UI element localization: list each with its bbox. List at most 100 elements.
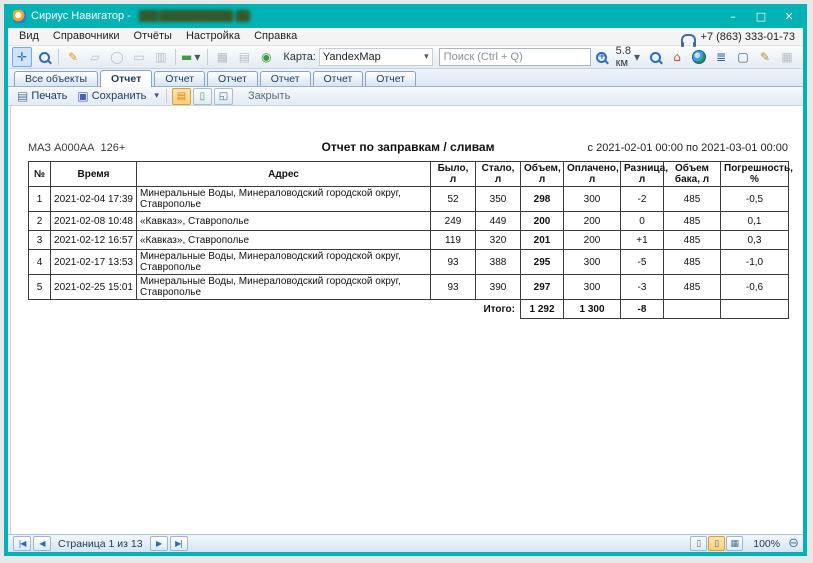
view-outline-button[interactable]: ▯: [193, 88, 212, 105]
sb-view-single-button-glyph: ▯: [696, 539, 701, 549]
table-cell: 350: [476, 187, 521, 212]
totals-label: Итого:: [29, 300, 521, 319]
zoom-search-icon[interactable]: [645, 47, 665, 67]
report-toolbar: ▤ Печать ▣ Сохранить ▾ ▤▯◱ Закрыть: [8, 87, 803, 106]
table-cell: Минеральные Воды, Минераловодский городс…: [137, 275, 431, 300]
pan-tool-icon[interactable]: ✛: [12, 47, 32, 67]
page-indicator: Страница 1 из 13: [58, 538, 143, 550]
menu-item[interactable]: Справка: [247, 28, 304, 45]
table-icon-glyph: ▤: [239, 51, 250, 63]
view-single-button[interactable]: ▤: [172, 88, 191, 105]
zoom-level: 100%: [753, 538, 780, 550]
tab[interactable]: Все объекты: [14, 71, 98, 86]
minimize-button[interactable]: –: [719, 6, 747, 26]
print-button[interactable]: ▤ Печать: [12, 88, 72, 104]
table-cell: 119: [431, 231, 476, 250]
pan-tool-icon-glyph: ✛: [17, 51, 27, 63]
menu-bar-items: ВидСправочникиОтчётыНастройкаСправка: [12, 28, 304, 45]
route-icon: ▦: [212, 47, 232, 67]
next-page-button[interactable]: ▶: [150, 536, 168, 551]
notes-icon-glyph: ✎: [760, 51, 770, 63]
print-label: Печать: [31, 90, 67, 102]
selection-icon[interactable]: ▢: [733, 47, 753, 67]
tab[interactable]: Отчет: [260, 71, 311, 86]
prev-page-button[interactable]: ◀: [33, 536, 51, 551]
column-icon-glyph: ▥: [155, 51, 166, 63]
report-page: МАЗ А000АА 126+ Отчет по заправкам / сли…: [8, 106, 803, 534]
table-cell: 0: [621, 212, 664, 231]
sb-view-multi-button[interactable]: ▦: [726, 536, 743, 551]
close-button[interactable]: ✕: [775, 6, 803, 26]
table-cell: 93: [431, 275, 476, 300]
column-header: Погрешность, %: [721, 162, 789, 187]
maximize-button[interactable]: □: [747, 6, 775, 26]
close-report-button[interactable]: Закрыть: [248, 90, 290, 102]
save-dropdown-button[interactable]: ▾: [151, 91, 162, 101]
edit-map-icon[interactable]: ✎: [63, 47, 83, 67]
tab[interactable]: Отчет: [365, 71, 416, 86]
table-row: 22021-02-08 10:48«Кавказ», Ставрополье24…: [29, 212, 789, 231]
app-icon: [13, 10, 26, 23]
table-cell: 0,3: [721, 231, 789, 250]
toolbar-separator: [166, 89, 167, 103]
edit-map-icon-glyph: ✎: [68, 51, 78, 63]
window-controls: – □ ✕: [719, 6, 803, 26]
table-row: 42021-02-17 13:53Минеральные Воды, Минер…: [29, 250, 789, 275]
notes-icon[interactable]: ✎: [755, 47, 775, 67]
menu-item[interactable]: Справочники: [46, 28, 127, 45]
zoom-out-button[interactable]: ⊖: [788, 537, 799, 550]
report-title: Отчет по заправкам / сливам: [322, 140, 495, 154]
view-toggle-group: ▤▯ ◱: [171, 88, 234, 105]
menu-item[interactable]: Настройка: [179, 28, 247, 45]
report: МАЗ А000АА 126+ Отчет по заправкам / сли…: [28, 140, 788, 319]
table-cell: 298: [521, 187, 564, 212]
printer-icon: ▤: [17, 89, 28, 103]
table-cell: +1: [621, 231, 664, 250]
floppy-icon: ▣: [77, 89, 88, 103]
menu-item[interactable]: Вид: [12, 28, 46, 45]
legend-icon[interactable]: ≣: [711, 47, 731, 67]
desktop: { "window": { "title": "Сириус Навигатор…: [0, 0, 813, 563]
totals-cell: -8: [621, 300, 664, 319]
table-icon: ▤: [234, 47, 254, 67]
home-icon[interactable]: ⌂: [667, 47, 687, 67]
vehicle-icon[interactable]: ▬▾: [180, 47, 203, 67]
table-cell: 0,1: [721, 212, 789, 231]
table-cell: 249: [431, 212, 476, 231]
sb-view-fit-button[interactable]: ▯: [708, 536, 725, 551]
last-page-button[interactable]: ▶|: [170, 536, 188, 551]
totals-cell: [721, 300, 789, 319]
table-cell: «Кавказ», Ставрополье: [137, 231, 431, 250]
map-select[interactable]: YandexMap ▾: [319, 48, 433, 66]
menu-item[interactable]: Отчёты: [127, 28, 179, 45]
tab-active[interactable]: Отчет: [100, 70, 152, 87]
image-icon: ▦: [777, 47, 797, 67]
route-icon-glyph: ▦: [217, 51, 228, 63]
table-cell: 5: [29, 275, 51, 300]
tab-bar: Все объектыОтчетОтчетОтчетОтчетОтчетОтче…: [8, 69, 803, 87]
table-header-row: №ВремяАдресБыло, лСтало, лОбъем, лОплаче…: [29, 162, 789, 187]
binoculars-icon[interactable]: ◉: [256, 47, 276, 67]
table-cell: 93: [431, 250, 476, 275]
view-fit-button[interactable]: ◱: [214, 88, 233, 105]
search-input[interactable]: [439, 48, 591, 66]
column-header: №: [29, 162, 51, 187]
zoom-tool-icon[interactable]: [34, 47, 54, 67]
tab[interactable]: Отчет: [207, 71, 258, 86]
zoom-in-icon[interactable]: [592, 47, 612, 67]
totals-cell: 1 300: [564, 300, 621, 319]
table-cell: 295: [521, 250, 564, 275]
zoom-tool-icon-glyph: [39, 52, 50, 63]
sb-view-single-button[interactable]: ▯: [690, 536, 707, 551]
table-cell: -2: [621, 187, 664, 212]
first-page-button[interactable]: |◀: [13, 536, 31, 551]
report-table-body: 12021-02-04 17:39Минеральные Воды, Минер…: [29, 187, 789, 319]
tab[interactable]: Отчет: [154, 71, 205, 86]
table-cell: 485: [664, 250, 721, 275]
globe-icon[interactable]: [689, 47, 709, 67]
column-icon: ▥: [151, 47, 171, 67]
tab[interactable]: Отчет: [313, 71, 364, 86]
scale-select[interactable]: 5.8 км▾: [614, 47, 643, 67]
save-button[interactable]: ▣ Сохранить: [72, 88, 151, 104]
view-fit-button-glyph: ◱: [219, 91, 228, 102]
